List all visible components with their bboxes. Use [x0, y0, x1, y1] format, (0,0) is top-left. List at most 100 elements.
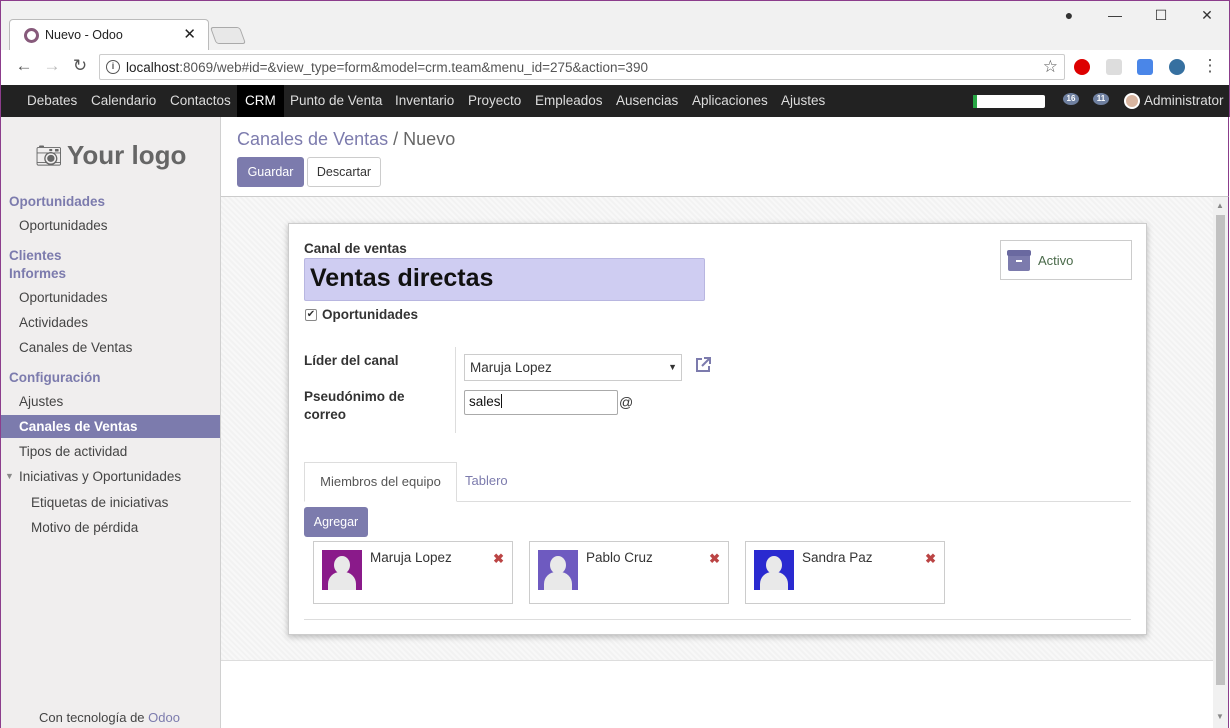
sidebar-heading-clientes[interactable]: Clientes [9, 248, 62, 263]
sidebar-item-oportunidades[interactable]: Oportunidades [1, 214, 220, 237]
member-card[interactable]: Maruja Lopez ✖ [313, 541, 513, 604]
member-card[interactable]: Pablo Cruz ✖ [529, 541, 729, 604]
caret-down-icon: ▼ [5, 471, 14, 481]
dropdown-caret-icon: ▼ [668, 362, 677, 372]
powered-prefix: Con tecnología de [39, 710, 149, 725]
menu-empleados[interactable]: Empleados [527, 85, 611, 117]
sidebar-item-motivo-de-perdida[interactable]: Motivo de pérdida [1, 516, 220, 539]
member-name: Sandra Paz [802, 550, 873, 565]
external-link-icon[interactable] [694, 356, 712, 374]
alias-label-line1: Pseudónimo de [304, 389, 405, 404]
remove-member-icon[interactable]: ✖ [493, 551, 504, 567]
sidebar: 📷︎ Your logo Oportunidades Oportunidades… [0, 117, 221, 728]
tab-close-icon[interactable]: ✕ [183, 25, 196, 43]
url-text: localhost:8069/web#id=&view_type=form&mo… [126, 60, 648, 75]
sidebar-item-iniciativas[interactable]: ▼ Iniciativas y Oportunidades [1, 465, 220, 488]
tab-miembros-del-equipo[interactable]: Miembros del equipo [304, 462, 457, 502]
main-navbar: Debates Calendario Contactos CRM Punto d… [0, 85, 1230, 117]
browser-tabstrip: Nuevo - Odoo ✕ ● — ☐ ✕ [0, 0, 1230, 51]
name-field[interactable]: Ventas directas [304, 258, 705, 301]
breadcrumb-parent-link[interactable]: Canales de Ventas [237, 129, 388, 149]
menu-inventario[interactable]: Inventario [387, 85, 462, 117]
leader-select[interactable]: Maruja Lopez ▼ [464, 354, 682, 381]
member-card[interactable]: Sandra Paz ✖ [745, 541, 945, 604]
url-path: :8069/web#id=&view_type=form&model=crm.t… [179, 60, 648, 75]
form-view-area: Canal de ventas Ventas directas ✔ Oportu… [221, 197, 1229, 728]
translate-extension-icon[interactable] [1137, 59, 1153, 75]
opportunities-checkbox-label[interactable]: Oportunidades [322, 307, 418, 322]
url-field[interactable]: i localhost:8069/web#id=&view_type=form&… [99, 54, 1065, 80]
menu-proyecto[interactable]: Proyecto [460, 85, 529, 117]
add-member-button[interactable]: Agregar [304, 507, 368, 537]
new-tab-button[interactable] [209, 27, 247, 44]
discard-button[interactable]: Descartar [307, 157, 381, 187]
bookmark-star-icon[interactable]: ☆ [1043, 57, 1058, 77]
member-avatar [754, 550, 794, 590]
sidebar-heading-oportunidades[interactable]: Oportunidades [9, 194, 105, 209]
menu-crm[interactable]: CRM [237, 85, 284, 117]
reload-icon[interactable]: ↻ [69, 56, 91, 76]
member-avatar [322, 550, 362, 590]
save-button[interactable]: Guardar [237, 157, 304, 187]
progress-fill [973, 95, 977, 108]
maximize-icon[interactable]: ☐ [1151, 7, 1171, 24]
sidebar-item-actividades[interactable]: Actividades [1, 311, 220, 334]
company-logo[interactable]: 📷︎ Your logo [23, 137, 201, 177]
scrollbar[interactable]: ▲ ▼ [1213, 197, 1228, 728]
scroll-down-arrow-icon[interactable]: ▼ [1216, 712, 1224, 721]
account-icon[interactable]: ● [1059, 7, 1079, 23]
user-menu[interactable]: Administrator [1144, 85, 1224, 117]
extension-icon[interactable] [1106, 59, 1122, 75]
menu-ajustes[interactable]: Ajustes [773, 85, 833, 117]
menu-punto-de-venta[interactable]: Punto de Venta [282, 85, 390, 117]
name-label: Canal de ventas [304, 241, 407, 256]
sidebar-heading-informes[interactable]: Informes [9, 266, 66, 281]
menu-calendario[interactable]: Calendario [83, 85, 164, 117]
menu-debates[interactable]: Debates [19, 85, 85, 117]
remove-member-icon[interactable]: ✖ [925, 551, 936, 567]
menu-aplicaciones[interactable]: Aplicaciones [684, 85, 776, 117]
sidebar-item-etiquetas[interactable]: Etiquetas de iniciativas [1, 491, 220, 514]
remove-member-icon[interactable]: ✖ [709, 551, 720, 567]
sidebar-item-report-canales[interactable]: Canales de Ventas [1, 336, 220, 359]
logo-text: Your logo [67, 140, 187, 170]
menu-contactos[interactable]: Contactos [162, 85, 239, 117]
sidebar-item-tipos-de-actividad[interactable]: Tipos de actividad [1, 440, 220, 463]
avatar-body-shape [760, 572, 788, 590]
activity-icon[interactable]: 16 [1063, 93, 1079, 105]
browser-menu-icon[interactable]: ⋮ [1199, 56, 1221, 76]
browser-tab[interactable]: Nuevo - Odoo ✕ [9, 19, 209, 51]
url-host: localhost [126, 60, 180, 75]
back-arrow-icon[interactable]: ← [13, 56, 35, 76]
onboarding-progress-bar[interactable] [973, 95, 1045, 108]
breadcrumb: Canales de Ventas / Nuevo [237, 129, 455, 150]
avatar[interactable] [1124, 93, 1140, 109]
field-divider [455, 347, 456, 433]
sidebar-item-report-oportunidades[interactable]: Oportunidades [1, 286, 220, 309]
messages-icon[interactable]: 11 [1093, 93, 1109, 105]
address-bar-row: ← → ↻ i localhost:8069/web#id=&view_type… [0, 50, 1230, 85]
tab-tablero[interactable]: Tablero [465, 462, 525, 502]
minimize-icon[interactable]: — [1105, 7, 1125, 23]
python-extension-icon[interactable] [1169, 59, 1185, 75]
sidebar-item-ajustes[interactable]: Ajustes [1, 390, 220, 413]
sidebar-item-canales-de-ventas[interactable]: Canales de Ventas [1, 415, 220, 438]
adblock-extension-icon[interactable] [1074, 59, 1090, 75]
window-close-icon[interactable]: ✕ [1197, 7, 1217, 24]
scroll-up-arrow-icon[interactable]: ▲ [1216, 201, 1224, 210]
sheet-bottom-divider [304, 619, 1131, 620]
scrollbar-thumb[interactable] [1216, 215, 1225, 685]
forward-arrow-icon[interactable]: → [41, 56, 63, 76]
alias-input[interactable]: sales [464, 390, 618, 415]
powered-brand-link[interactable]: Odoo [148, 710, 180, 725]
opportunities-checkbox[interactable]: ✔ [305, 309, 317, 321]
site-info-icon[interactable]: i [106, 60, 120, 74]
avatar-body-shape [328, 572, 356, 590]
sidebar-heading-configuracion[interactable]: Configuración [9, 370, 101, 385]
active-toggle-button[interactable]: Activo [1000, 240, 1132, 280]
avatar-body-shape [544, 572, 572, 590]
alias-value: sales [469, 394, 501, 409]
leader-value: Maruja Lopez [470, 360, 552, 375]
menu-ausencias[interactable]: Ausencias [608, 85, 686, 117]
sidebar-item-label: Iniciativas y Oportunidades [19, 469, 182, 484]
